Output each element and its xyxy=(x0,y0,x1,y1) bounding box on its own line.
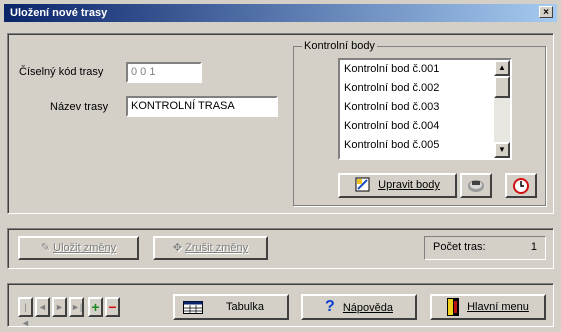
route-count-value: 1 xyxy=(530,241,537,253)
edit-points-icon xyxy=(355,177,371,193)
list-item[interactable]: Kontrolní bod č.003 xyxy=(340,98,510,117)
nav-next-button[interactable]: ► xyxy=(52,297,67,317)
add-record-button[interactable]: + xyxy=(88,297,103,317)
save-button[interactable]: ✎ Uložit změny xyxy=(18,236,139,260)
edit-points-label: Upravit body xyxy=(378,179,440,191)
close-icon[interactable]: × xyxy=(539,6,553,18)
remove-record-button[interactable]: − xyxy=(105,297,120,317)
cancel-button[interactable]: ✥ Zrušit změny xyxy=(153,236,268,260)
save-disk-button[interactable] xyxy=(460,173,492,198)
list-item[interactable]: Kontrolní bod č.004 xyxy=(340,117,510,136)
points-list[interactable]: Kontrolní bod č.001 Kontrolní bod č.002 … xyxy=(338,58,512,160)
window-titlebar: Uložení nové trasy × xyxy=(4,4,557,22)
help-icon: ? xyxy=(325,298,335,315)
nav-first-button[interactable]: |◄ xyxy=(18,297,33,328)
window-title: Uložení nové trasy xyxy=(10,7,108,19)
code-label: Číselný kód trasy xyxy=(19,66,104,78)
nav-last-button[interactable]: ►| xyxy=(69,297,84,317)
route-count-box: Počet tras: 1 xyxy=(424,236,546,260)
code-field[interactable]: 0 0 1 xyxy=(126,62,202,83)
scroll-thumb[interactable] xyxy=(494,76,510,98)
help-button[interactable]: ? Nápověda xyxy=(301,294,417,320)
list-item[interactable]: Kontrolní bod č.005 xyxy=(340,136,510,155)
route-count-label: Počet tras: xyxy=(433,241,486,253)
points-group-title: Kontrolní body xyxy=(302,40,377,52)
list-scrollbar[interactable]: ▲ ▼ xyxy=(494,60,510,158)
table-icon xyxy=(183,301,203,314)
remove-icon: − xyxy=(108,299,117,315)
edit-points-button[interactable]: Upravit body xyxy=(338,173,457,198)
exit-door-icon xyxy=(447,298,460,317)
main-menu-button[interactable]: Hlavní menu xyxy=(430,294,546,320)
help-label: Nápověda xyxy=(342,302,393,314)
list-item[interactable]: Kontrolní bod č.002 xyxy=(340,79,510,98)
cancel-icon: ✥ xyxy=(172,242,186,254)
save-icon: ✎ xyxy=(40,242,54,254)
nav-prev-button[interactable]: ◄ xyxy=(35,297,50,317)
scroll-up-icon[interactable]: ▲ xyxy=(494,60,510,76)
list-item[interactable]: Kontrolní bod č.001 xyxy=(340,60,510,79)
table-button[interactable]: Tabulka xyxy=(173,294,289,320)
table-label: Tabulka xyxy=(226,301,264,313)
add-icon: + xyxy=(91,299,100,315)
scroll-down-icon[interactable]: ▼ xyxy=(494,142,510,158)
clock-button[interactable] xyxy=(505,173,537,198)
save-label: Uložit změny xyxy=(53,242,117,254)
disk-icon xyxy=(467,178,485,194)
cancel-label: Zrušit změny xyxy=(185,242,249,254)
name-field[interactable]: KONTROLNÍ TRASA xyxy=(126,96,278,117)
main-menu-label: Hlavní menu xyxy=(467,301,529,313)
clock-icon xyxy=(513,178,529,194)
name-label: Název trasy xyxy=(50,101,109,113)
